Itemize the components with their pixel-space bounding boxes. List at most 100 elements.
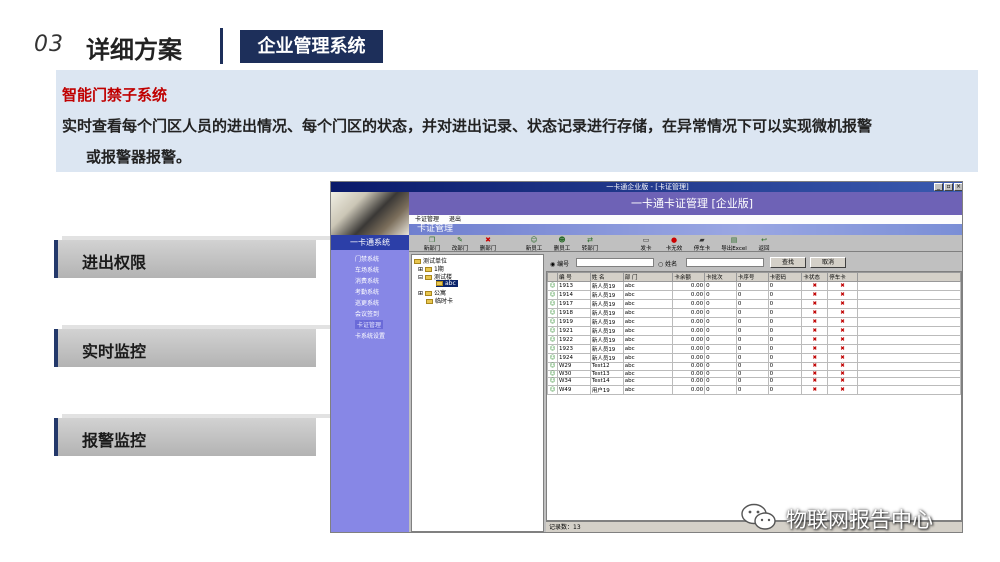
- table-row[interactable]: ☺ 1913 新人员19 abc 0.00 0 0 0 ✖ ✖: [547, 281, 961, 291]
- person-icon: ☺: [547, 299, 558, 309]
- table-cell: 0.00: [672, 326, 706, 336]
- edit-icon: ✎: [457, 236, 463, 244]
- grid-col-header[interactable]: 姓 名: [589, 272, 624, 282]
- card-status-icon: ✖: [801, 290, 829, 300]
- radio-by-name[interactable]: ○ 姓名: [658, 259, 677, 268]
- close-button[interactable]: ×: [954, 183, 962, 191]
- stop-icon: ●: [670, 236, 678, 244]
- table-cell: 新人员19: [589, 299, 624, 309]
- table-cell: Test13: [589, 369, 624, 379]
- table-cell: 0: [735, 344, 769, 354]
- grid-col-header[interactable]: 卡序号: [735, 272, 769, 282]
- table-row[interactable]: ☺ 1919 新人员19 abc 0.00 0 0 0 ✖ ✖: [547, 317, 961, 327]
- grid-col-header[interactable]: 编 号: [556, 272, 591, 282]
- grid-col-header[interactable]: 卡余额: [672, 272, 706, 282]
- table-row[interactable]: ☺ W34 Test14 abc 0.00 0 0 0 ✖ ✖: [547, 377, 961, 386]
- parking-status-icon: ✖: [827, 290, 858, 300]
- table-cell: 1921: [556, 326, 591, 336]
- sidebar-item-door[interactable]: 门禁系统: [355, 254, 379, 263]
- maximize-button[interactable]: ▫: [944, 183, 953, 191]
- radio-by-number[interactable]: ◉ 编号: [550, 259, 569, 268]
- table-cell: 新人员19: [589, 353, 624, 363]
- minimize-button[interactable]: _: [934, 183, 943, 191]
- table-row[interactable]: ☺ W49 用户19 abc 0.00 0 0 0 ✖ ✖: [547, 384, 961, 395]
- folder-icon: [426, 299, 433, 304]
- table-row[interactable]: ☺ 1921 新人员19 abc 0.00 0 0 0 ✖ ✖: [547, 326, 961, 336]
- table-row[interactable]: ☺ W29 Test12 abc 0.00 0 0 0 ✖ ✖: [547, 362, 961, 371]
- invalidate-card-button[interactable]: ● 卡无效: [659, 236, 689, 252]
- delete-dept-button[interactable]: ✖ 删部门: [473, 236, 503, 252]
- card-status-icon: ✖: [801, 326, 829, 336]
- person-icon: ☺: [547, 369, 558, 379]
- table-row[interactable]: ☺ 1923 新人员19 abc 0.00 0 0 0 ✖ ✖: [547, 344, 961, 354]
- dept-tree: 测试单位 ⊞ 1期 ⊟ 测试楼 abc ⊞ 公寓 临时卡: [411, 254, 544, 532]
- watermark-text: 物联网报告中心: [786, 508, 933, 532]
- grid-col-header[interactable]: 部 门: [622, 272, 674, 282]
- feature-label: 报警监控: [82, 431, 147, 450]
- table-row[interactable]: ☺ 1918 新人员19 abc 0.00 0 0 0 ✖ ✖: [547, 308, 961, 318]
- number-input[interactable]: [576, 258, 654, 267]
- sidebar-item-settings[interactable]: 卡系统设置: [355, 331, 385, 340]
- grid-col-filler: [856, 272, 961, 282]
- grid-col-header[interactable]: 停车卡: [827, 272, 858, 282]
- table-cell: 0: [767, 369, 803, 379]
- table-cell: 0: [735, 335, 769, 345]
- table-row[interactable]: ☺ W30 Test13 abc 0.00 0 0 0 ✖ ✖: [547, 369, 961, 379]
- name-input[interactable]: [686, 258, 764, 267]
- cancel-button[interactable]: 取消: [810, 257, 846, 268]
- find-button[interactable]: 查找: [770, 257, 806, 268]
- table-cell: 新人员19: [589, 326, 624, 336]
- grid-col-header[interactable]: 卡密码: [767, 272, 803, 282]
- grid-table: 编 号 姓 名 部 门 卡余额 卡批次 卡序号 卡密码 卡状态 停车卡 ☺ 191…: [547, 272, 961, 395]
- grid-filler-cell: [856, 281, 961, 291]
- sidebar-item-patrol[interactable]: 巡更系统: [355, 298, 379, 307]
- table-row[interactable]: ☺ 1924 新人员19 abc 0.00 0 0 0 ✖ ✖: [547, 353, 961, 363]
- sidebar-item-consume[interactable]: 消费系统: [355, 276, 379, 285]
- sidebar-item-attendance[interactable]: 考勤系统: [355, 287, 379, 296]
- transfer-dept-button[interactable]: ⇄ 转部门: [575, 236, 605, 252]
- parking-card-button[interactable]: ▰ 停车卡: [687, 236, 717, 252]
- block-top-edge: [62, 236, 330, 240]
- new-dept-button[interactable]: ❐ 新部门: [417, 236, 447, 252]
- table-cell: 新人员19: [589, 290, 624, 300]
- table-row[interactable]: ☺ 1917 新人员19 abc 0.00 0 0 0 ✖ ✖: [547, 299, 961, 309]
- return-button[interactable]: ↩ 返回: [749, 236, 779, 252]
- table-cell: 0: [767, 335, 803, 345]
- table-row[interactable]: ☺ 1914 新人员19 abc 0.00 0 0 0 ✖ ✖: [547, 290, 961, 300]
- table-cell: abc: [622, 281, 674, 291]
- sidebar-item-card-mgmt[interactable]: 卡证管理: [355, 320, 384, 329]
- menu-item-card-mgmt[interactable]: 卡证管理: [415, 216, 439, 223]
- edit-dept-button[interactable]: ✎ 改部门: [445, 236, 475, 252]
- menu-item-exit[interactable]: 退出: [449, 216, 461, 223]
- table-row[interactable]: ☺ 1922 新人员19 abc 0.00 0 0 0 ✖ ✖: [547, 335, 961, 345]
- tree-node-temp-card[interactable]: 临时卡: [426, 296, 453, 305]
- table-cell: 0.00: [672, 344, 706, 354]
- table-cell: 0: [735, 299, 769, 309]
- grid-col-header[interactable]: 卡批次: [704, 272, 737, 282]
- table-cell: 0.00: [672, 353, 706, 363]
- parking-status-icon: ✖: [827, 335, 858, 345]
- banner-photo: [331, 192, 409, 235]
- parking-status-icon: ✖: [827, 353, 858, 363]
- card-status-icon: ✖: [801, 353, 829, 363]
- sidebar-item-parking[interactable]: 车场系统: [355, 265, 379, 274]
- issue-card-button[interactable]: ▭ 发卡: [631, 236, 661, 252]
- table-cell: 0: [704, 299, 737, 309]
- delete-employee-button[interactable]: ☻ 删员工: [547, 236, 577, 252]
- table-cell: abc: [622, 290, 674, 300]
- description-line-2: 或报警器报警。: [86, 148, 192, 166]
- table-cell: 0: [704, 335, 737, 345]
- wechat-icon: [741, 503, 776, 530]
- table-cell: 0: [735, 384, 769, 395]
- tree-node-abc[interactable]: abc: [436, 280, 458, 287]
- table-cell: 1923: [556, 344, 591, 354]
- title-divider: [220, 28, 223, 64]
- parking-status-icon: ✖: [827, 308, 858, 318]
- export-excel-button[interactable]: ▤ 导出Excel: [719, 236, 749, 252]
- search-bar: ◉ 编号 ○ 姓名 查找 取消: [546, 254, 962, 271]
- new-employee-button[interactable]: ☺ 新员工: [519, 236, 549, 252]
- grid-col-header[interactable]: 卡状态: [801, 272, 829, 282]
- table-cell: 0: [767, 281, 803, 291]
- sidebar-item-meeting[interactable]: 会议签到: [355, 309, 379, 318]
- card-status-icon: ✖: [801, 308, 829, 318]
